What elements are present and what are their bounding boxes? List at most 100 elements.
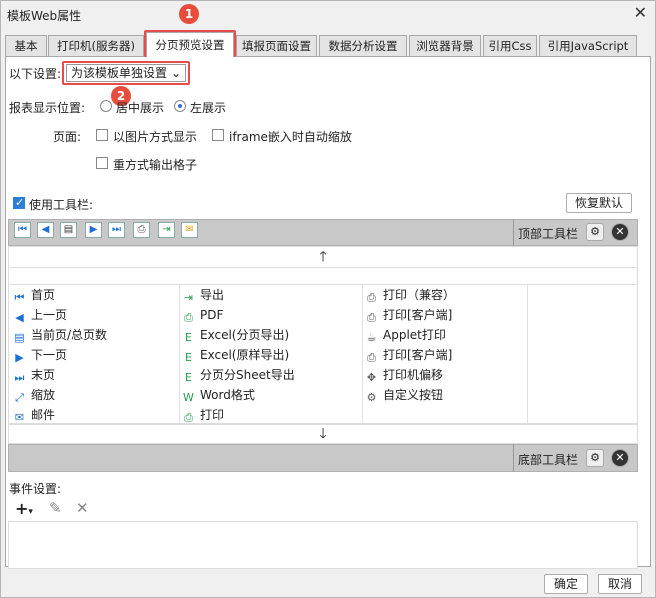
toolbar-item[interactable]: ☕ Applet打印	[365, 325, 446, 345]
toolbar-item[interactable]: ⎙ 打印（兼容）	[365, 285, 455, 305]
word-icon: W	[183, 391, 194, 404]
events-label: 事件设置:	[9, 482, 62, 496]
page-number-icon[interactable]: ▤	[60, 222, 77, 238]
ok-button[interactable]: 确定	[544, 574, 588, 594]
image-mode-label: 以图片方式显示	[113, 130, 198, 144]
gear-icon[interactable]: ⚙	[586, 449, 604, 467]
print-client-icon: ⎙	[367, 311, 376, 324]
toolbar-item-label: 打印机偏移	[383, 368, 444, 382]
repeat-output-checkbox[interactable]	[96, 157, 108, 169]
tab-browser-bg[interactable]: 浏览器背景	[409, 35, 481, 57]
printer-offset-icon: ✥	[366, 371, 377, 384]
toolbar-item[interactable]: ◀ 上一页	[13, 305, 67, 325]
toolbar-item[interactable]: ⏮ 首页	[13, 285, 55, 305]
edit-icon[interactable]: ✎	[49, 499, 62, 517]
radio-center[interactable]	[100, 100, 112, 112]
toolbar-item-label: 打印（兼容）	[383, 288, 456, 302]
toolbar-item[interactable]: ▤ 当前页/总页数	[13, 325, 107, 345]
close-icon[interactable]: ✕	[634, 3, 647, 22]
toolbar-item[interactable]: W Word格式	[182, 385, 255, 405]
tab-page-preview[interactable]: 分页预览设置	[146, 32, 234, 57]
move-up-area[interactable]: 🡑	[8, 246, 638, 268]
toolbar-item-label: 打印[客户端]	[383, 348, 453, 362]
radio-left-label: 左展示	[190, 101, 227, 115]
close-circle-icon[interactable]: ✕	[611, 449, 629, 467]
toolbar-item[interactable]: ⎙ 打印[客户端]	[365, 305, 452, 325]
applet-print-icon: ☕	[366, 331, 377, 344]
tab-basic[interactable]: 基本	[5, 35, 47, 57]
toolbar-item-label: 邮件	[31, 408, 56, 422]
excel-page-icon: E	[185, 331, 192, 344]
toolbar-item[interactable]: E 分页分Sheet导出	[182, 365, 295, 385]
image-mode-checkbox[interactable]	[96, 129, 108, 141]
gear-icon[interactable]: ⚙	[586, 223, 604, 241]
toolbar-item[interactable]: E Excel(分页导出)	[182, 325, 289, 345]
spacer	[8, 268, 638, 284]
toolbar-divider	[513, 219, 514, 246]
cancel-button[interactable]: 取消	[598, 574, 642, 594]
toolbar-item-label: 首页	[31, 288, 56, 302]
email-icon: ✉	[14, 411, 25, 424]
toolbar-item-label: 下一页	[31, 348, 68, 362]
events-list[interactable]	[8, 521, 638, 569]
page-label: 页面:	[53, 130, 82, 144]
tab-printer-server[interactable]: 打印机(服务器)	[48, 35, 144, 57]
tab-fill-page[interactable]: 填报页面设置	[236, 35, 317, 57]
custom-button-icon: ⚙	[366, 391, 377, 404]
toolbar-item[interactable]: ⇥ 导出	[182, 285, 224, 305]
toolbar-item-label: 自定义按钮	[383, 388, 444, 402]
close-circle-icon[interactable]: ✕	[611, 223, 629, 241]
bottom-toolbar-label: 底部工具栏	[518, 453, 579, 467]
first-page-icon[interactable]: ⏮	[14, 222, 31, 238]
toolbar-item-label: Excel(原样导出)	[200, 348, 290, 362]
toolbar-item[interactable]: ⎙ 打印[客户端]	[365, 345, 452, 365]
excel-sheet-icon: E	[185, 371, 192, 384]
add-icon[interactable]: +▾	[15, 499, 33, 518]
toolbar-item-label: 打印	[200, 408, 225, 422]
move-down-area[interactable]: 🡓	[8, 424, 638, 444]
toolbar-item[interactable]: ⎙ PDF	[182, 305, 223, 325]
tab-javascript[interactable]: 引用JavaScript	[539, 35, 637, 57]
toolbar-item-label: Excel(分页导出)	[200, 328, 290, 342]
arrow-down-icon: 🡓	[319, 426, 327, 442]
toolbar-divider	[513, 444, 514, 472]
arrow-up-icon: 🡑	[319, 249, 327, 265]
toolbar-item[interactable]: ⎙ 打印	[182, 405, 224, 425]
iframe-zoom-checkbox[interactable]	[212, 129, 224, 141]
first-page-icon: ⏮	[14, 291, 25, 304]
window-title: 模板Web属性	[7, 9, 82, 23]
last-page-icon: ⏭	[14, 371, 25, 384]
use-toolbar-label: 使用工具栏:	[29, 198, 94, 212]
toolbar-item-label: 打印[客户端]	[383, 308, 453, 322]
toolbar-item[interactable]: ✥ 打印机偏移	[365, 365, 443, 385]
next-page-icon[interactable]: ▶	[85, 222, 102, 238]
tab-css[interactable]: 引用Css	[483, 35, 537, 57]
toolbar-item[interactable]: ▶ 下一页	[13, 345, 67, 365]
grid-divider	[179, 285, 180, 425]
excel-original-icon: E	[185, 351, 192, 364]
use-toolbar-checkbox[interactable]	[13, 196, 25, 209]
repeat-output-label: 重方式输出格子	[113, 158, 198, 172]
tab-data-analysis[interactable]: 数据分析设置	[319, 35, 407, 57]
prev-page-icon[interactable]: ◀	[37, 222, 54, 238]
delete-icon[interactable]: ✕	[76, 499, 89, 517]
toolbar-item[interactable]: ⏭ 末页	[13, 365, 55, 385]
email-icon[interactable]: ✉	[181, 222, 198, 238]
radio-left[interactable]	[174, 100, 186, 112]
print-icon[interactable]: ⎙	[133, 222, 150, 238]
toolbar-item-label: 缩放	[31, 388, 56, 402]
highlight-select	[62, 61, 190, 85]
toolbar-item-label: 导出	[200, 288, 225, 302]
restore-default-button[interactable]: 恢复默认	[566, 193, 632, 213]
toolbar-item[interactable]: E Excel(原样导出)	[182, 345, 289, 365]
last-page-icon[interactable]: ⏭	[108, 222, 125, 238]
badge-one: 1	[179, 4, 199, 24]
print-compat-icon: ⎙	[367, 291, 376, 304]
export-icon[interactable]: ⇥	[158, 222, 175, 238]
toolbar-item[interactable]: ⚙ 自定义按钮	[365, 385, 443, 405]
iframe-zoom-label: iframe嵌入时自动缩放	[229, 130, 352, 144]
grid-divider	[362, 285, 363, 425]
settings-label: 以下设置:	[9, 67, 62, 81]
toolbar-item[interactable]: ✉ 邮件	[13, 405, 55, 425]
toolbar-item[interactable]: ⤢ 缩放	[13, 385, 55, 405]
